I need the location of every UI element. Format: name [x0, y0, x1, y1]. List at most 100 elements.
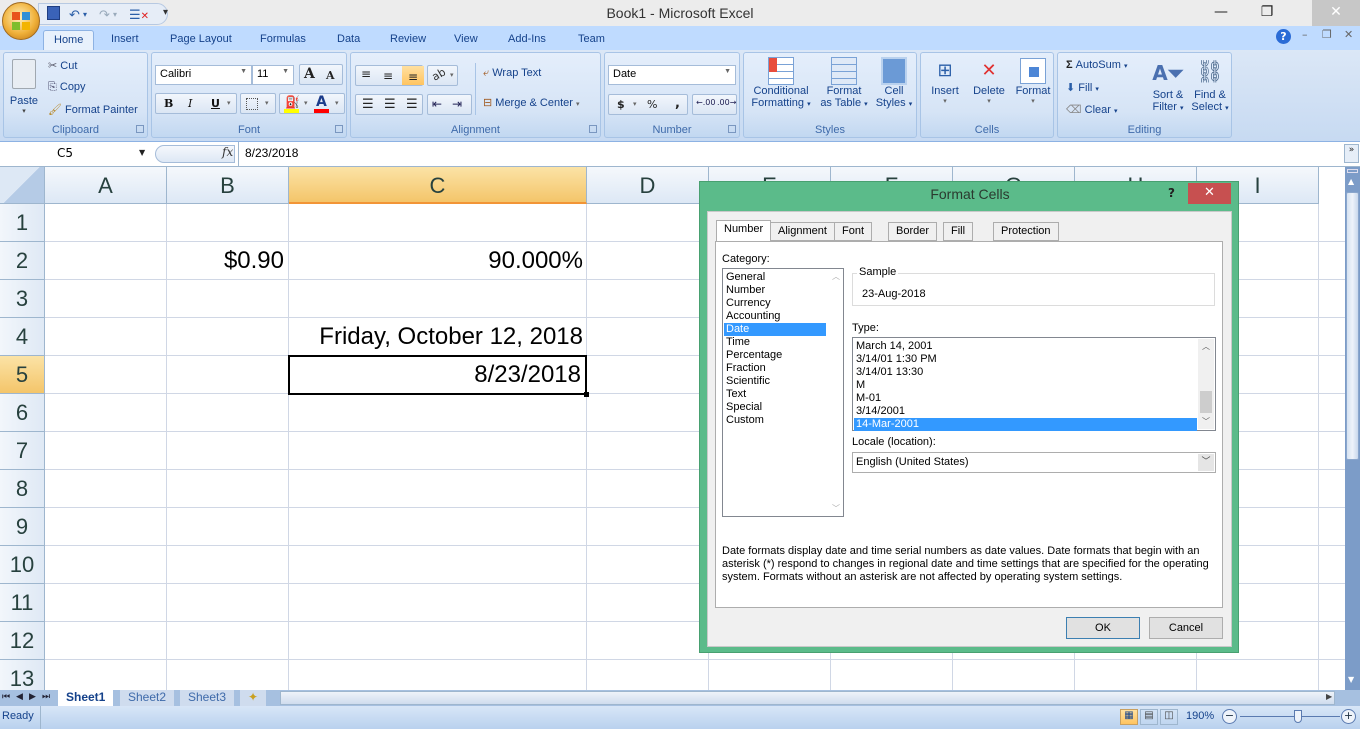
alignment-launcher-icon[interactable]	[589, 125, 597, 133]
category-item[interactable]: Currency	[724, 297, 826, 310]
copy-button[interactable]: ⎘ Copy	[48, 81, 86, 94]
close-button[interactable]: ✕	[1312, 0, 1360, 26]
row-header-10[interactable]: 10	[0, 546, 45, 584]
zoom-slider-thumb[interactable]	[1294, 710, 1302, 723]
row-header-6[interactable]: 6	[0, 394, 45, 432]
category-scroll-down-icon[interactable]: ﹀	[832, 503, 840, 514]
currency-dropdown-icon[interactable]: ▾	[633, 100, 637, 108]
font-size-combo[interactable]: 11 ▼	[252, 65, 294, 85]
scroll-right-icon[interactable]: ▶	[1326, 692, 1332, 701]
zoom-out-icon[interactable]: −	[1222, 709, 1237, 724]
category-scroll-up-icon[interactable]: ︿	[832, 271, 840, 282]
category-item[interactable]: Special	[724, 401, 826, 414]
row-header-11[interactable]: 11	[0, 584, 45, 622]
sheet-tab-sheet2[interactable]: Sheet2	[120, 690, 175, 706]
category-list[interactable]: General Number Currency Accounting Date Time P…	[722, 268, 844, 517]
category-item[interactable]: Percentage	[724, 349, 826, 362]
type-scroll-thumb[interactable]	[1200, 391, 1212, 413]
category-item[interactable]: Fraction	[724, 362, 826, 375]
sort-filter-button[interactable]: A⏷ Sort & Filter ▾	[1148, 57, 1188, 123]
row-header-12[interactable]: 12	[0, 622, 45, 660]
shrink-font-button[interactable]: A	[326, 69, 335, 82]
undo-icon[interactable]: ↶	[69, 8, 80, 23]
row-header-8[interactable]: 8	[0, 470, 45, 508]
dialog-tab-number[interactable]: Number	[716, 220, 772, 241]
align-left-icon[interactable]: ☰	[362, 97, 374, 112]
select-all-button[interactable]	[0, 167, 45, 204]
paste-button[interactable]: Paste ▾	[8, 57, 40, 117]
row-header-9[interactable]: 9	[0, 508, 45, 546]
zoom-slider-track[interactable]	[1240, 716, 1340, 717]
decrease-indent-icon[interactable]: ⇤	[432, 97, 442, 111]
format-cells-button[interactable]: Format ▾	[1011, 57, 1055, 123]
tab-page-layout[interactable]: Page Layout	[160, 30, 242, 50]
column-header-c[interactable]: C	[289, 167, 587, 204]
restore-button[interactable]: ❐	[1244, 0, 1290, 26]
format-painter-button[interactable]: 🖌 Format Painter	[48, 103, 138, 116]
row-header-5[interactable]: 5	[0, 356, 45, 394]
align-top-icon[interactable]: ≡	[361, 67, 371, 81]
row-header-3[interactable]: 3	[0, 280, 45, 318]
dialog-close-button[interactable]: ✕	[1188, 183, 1231, 204]
clear-formats-icon[interactable]: ☰✕	[129, 8, 149, 23]
font-color-dropdown-icon[interactable]: ▾	[335, 99, 339, 107]
italic-button[interactable]: I	[188, 97, 192, 110]
tab-formulas[interactable]: Formulas	[250, 30, 316, 50]
format-as-table-button[interactable]: Format as Table ▾	[818, 57, 870, 123]
scroll-up-icon[interactable]: ▲	[1348, 177, 1354, 186]
wrap-text-button[interactable]: ⤶ Wrap Text	[483, 67, 541, 80]
column-header-b[interactable]: B	[167, 167, 289, 204]
help-icon[interactable]: ?	[1276, 29, 1291, 44]
row-header-2[interactable]: 2	[0, 242, 45, 280]
type-item[interactable]: 3/14/01 1:30 PM	[854, 353, 1197, 366]
conditional-formatting-button[interactable]: Conditional Formatting ▾	[746, 57, 816, 123]
tab-review[interactable]: Review	[380, 30, 436, 50]
normal-view-icon[interactable]: ▦	[1120, 709, 1138, 725]
borders-button[interactable]: ▾	[240, 93, 276, 114]
tab-data[interactable]: Data	[327, 30, 370, 50]
dialog-tab-protection[interactable]: Protection	[993, 222, 1059, 241]
scroll-thumb[interactable]	[1346, 192, 1359, 460]
clipboard-launcher-icon[interactable]	[136, 125, 144, 133]
category-item[interactable]: Date	[724, 323, 826, 336]
zoom-level[interactable]: 190%	[1186, 710, 1214, 722]
underline-button[interactable]: U	[211, 97, 220, 110]
number-format-combo[interactable]: Date ▼	[608, 65, 736, 85]
zoom-in-icon[interactable]: +	[1341, 709, 1356, 724]
cell-c4[interactable]: Friday, October 12, 2018	[289, 318, 587, 356]
type-scroll-up-icon[interactable]: ︿	[1202, 341, 1210, 352]
autosum-button[interactable]: Σ AutoSum ▾	[1066, 59, 1128, 71]
dialog-tab-alignment[interactable]: Alignment	[770, 222, 835, 241]
type-item[interactable]: 3/14/01 13:30	[854, 366, 1197, 379]
expand-formula-bar-icon[interactable]: »	[1344, 144, 1359, 163]
prev-sheet-icon[interactable]: ◀	[16, 692, 23, 702]
ribbon-close-icon[interactable]: ✕	[1344, 28, 1353, 41]
category-item[interactable]: Scientific	[724, 375, 826, 388]
type-item[interactable]: M-01	[854, 392, 1197, 405]
align-middle-icon[interactable]: ≡	[383, 69, 393, 83]
type-item[interactable]: 3/14/2001	[854, 405, 1197, 418]
row-header-1[interactable]: 1	[0, 204, 45, 242]
cut-button[interactable]: ✂ Cut	[48, 59, 77, 72]
ribbon-minimize-icon[interactable]: –	[1302, 28, 1308, 41]
number-launcher-icon[interactable]	[728, 125, 736, 133]
column-header-a[interactable]: A	[45, 167, 167, 204]
column-header-d[interactable]: D	[587, 167, 709, 204]
fill-button[interactable]: ⬇ Fill ▾	[1066, 81, 1099, 94]
dialog-help-button[interactable]: ?	[1168, 186, 1175, 200]
category-item[interactable]: Custom	[724, 414, 826, 427]
font-launcher-icon[interactable]	[335, 125, 343, 133]
comma-button[interactable]: ,	[675, 96, 680, 111]
last-sheet-icon[interactable]: ⏭	[42, 692, 50, 702]
cancel-button[interactable]: Cancel	[1149, 617, 1223, 639]
formula-input[interactable]: 8/23/2018	[245, 146, 298, 160]
insert-cells-button[interactable]: ⊞ Insert ▾	[923, 57, 967, 123]
category-item[interactable]: Accounting	[724, 310, 826, 323]
type-scrollbar[interactable]: ︿ ﹀	[1198, 339, 1214, 429]
vertical-scrollbar[interactable]: ▲ ▼	[1345, 167, 1360, 690]
bold-button[interactable]: B	[164, 97, 173, 110]
category-item[interactable]: Number	[724, 284, 826, 297]
name-box-dropdown-icon[interactable]: ▼	[139, 148, 145, 157]
insert-sheet-icon[interactable]: ✦	[240, 690, 267, 706]
increase-indent-icon[interactable]: ⇥	[452, 97, 462, 111]
